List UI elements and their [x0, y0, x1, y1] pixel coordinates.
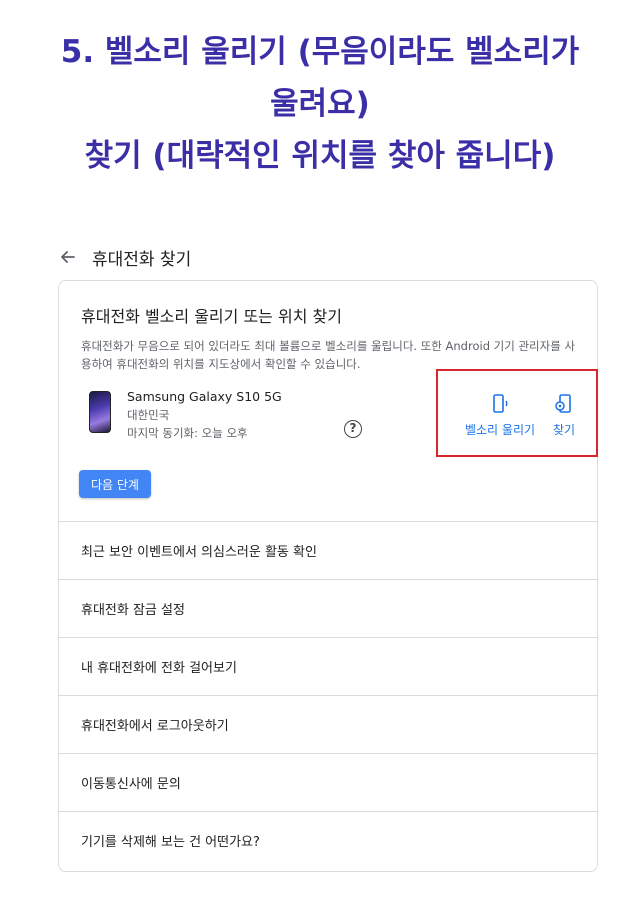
options-list: 최근 보안 이벤트에서 의심스러운 활동 확인 휴대전화 잠금 설정 내 휴대전… — [59, 521, 597, 869]
find-device-card: 휴대전화 벨소리 울리기 또는 위치 찾기 휴대전화가 무음으로 되어 있더라도… — [58, 280, 598, 872]
list-item-security-events[interactable]: 최근 보안 이벤트에서 의심스러운 활동 확인 — [59, 521, 597, 579]
heading-line-1: 5. 벨소리 울리기 (무음이라도 벨소리가 — [60, 34, 580, 70]
list-item-call-phone[interactable]: 내 휴대전화에 전화 걸어보기 — [59, 637, 597, 695]
card-description: 휴대전화가 무음으로 되어 있더라도 최대 볼륨으로 벨소리를 울립니다. 또한… — [81, 339, 576, 371]
next-step-button[interactable]: 다음 단계 — [79, 470, 151, 498]
list-item-contact-carrier[interactable]: 이동통신사에 문의 — [59, 753, 597, 811]
instruction-heading: 5. 벨소리 울리기 (무음이라도 벨소리가 울려요) 찾기 (대략적인 위치를… — [0, 0, 640, 182]
heading-line-3: 찾기 (대략적인 위치를 찾아 줍니다) — [84, 138, 556, 174]
page-title: 휴대전화 찾기 — [92, 249, 192, 270]
phone-ring-icon — [493, 394, 508, 413]
list-item-erase-device[interactable]: 기기를 삭제해 보는 건 어떤가요? — [59, 811, 597, 869]
device-image — [89, 391, 111, 433]
device-name: Samsung Galaxy S10 5G — [127, 389, 282, 404]
ring-button[interactable]: 벨소리 울리기 — [455, 393, 545, 438]
list-item-lock-phone[interactable]: 휴대전화 잠금 설정 — [59, 579, 597, 637]
find-button[interactable]: 찾기 — [544, 393, 584, 438]
device-country: 대한민국 — [127, 408, 170, 422]
phone-locate-icon — [555, 394, 571, 413]
list-item-sign-out[interactable]: 휴대전화에서 로그아웃하기 — [59, 695, 597, 753]
card-title: 휴대전화 벨소리 울리기 또는 위치 찾기 — [81, 307, 342, 326]
heading-line-2: 울려요) — [270, 86, 370, 122]
device-last-sync: 마지막 동기화: 오늘 오후 — [127, 426, 248, 440]
help-icon[interactable]: ? — [344, 420, 362, 438]
page-header: 휴대전화 찾기 — [58, 240, 191, 274]
arrow-left-icon[interactable] — [58, 247, 78, 267]
ring-button-label: 벨소리 울리기 — [464, 423, 536, 437]
find-button-label: 찾기 — [552, 423, 576, 437]
